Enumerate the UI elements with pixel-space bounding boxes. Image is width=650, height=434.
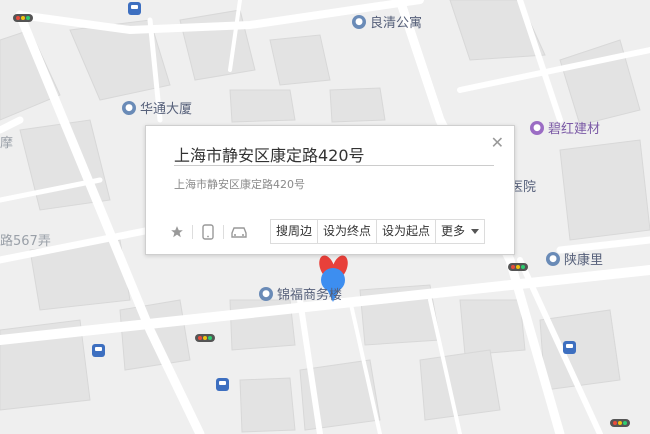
poi-pin-icon: ●	[259, 286, 273, 301]
poi-label: 锦福商务楼	[277, 288, 343, 303]
close-icon[interactable]: ✕	[491, 133, 504, 152]
star-icon[interactable]	[166, 222, 188, 242]
popup-action-bar: 搜周边 设为终点 设为起点 更多	[270, 219, 486, 244]
set-origin-button[interactable]: 设为起点	[377, 220, 437, 243]
road-label: 路567弄	[0, 234, 51, 249]
divider	[223, 225, 224, 239]
more-label: 更多	[441, 224, 466, 238]
more-dropdown[interactable]: 更多	[436, 220, 484, 243]
traffic-light-icon	[195, 334, 215, 342]
partial-label: 摩	[0, 136, 14, 151]
popup-title: 上海市静安区康定路420号	[174, 146, 365, 165]
poi-shankangli[interactable]: ● 陕康里	[546, 249, 603, 268]
search-nearby-button[interactable]: 搜周边	[271, 220, 319, 243]
poi-label: 良清公寓	[370, 16, 423, 31]
bus-stop-icon[interactable]	[216, 378, 229, 391]
popup-address: 上海市静安区康定路420号	[174, 178, 305, 191]
phone-icon[interactable]	[197, 222, 219, 242]
divider	[192, 225, 193, 239]
poi-pin-icon: ●	[546, 251, 560, 266]
poi-liangqing[interactable]: ● 良清公寓	[352, 12, 422, 31]
poi-bihong[interactable]: ● 碧红建材	[530, 118, 600, 137]
set-destination-button[interactable]: 设为终点	[318, 220, 378, 243]
poi-label: 陕康里	[564, 253, 604, 268]
traffic-light-icon	[610, 419, 630, 427]
poi-label: 碧红建材	[548, 122, 601, 137]
poi-jinfu[interactable]: ● 锦福商务楼	[259, 284, 342, 303]
poi-huatong[interactable]: ● 华通大厦	[122, 98, 192, 117]
bus-stop-icon[interactable]	[92, 344, 105, 357]
car-icon[interactable]	[228, 222, 250, 242]
bus-stop-icon[interactable]	[128, 2, 141, 15]
traffic-light-icon	[13, 14, 33, 22]
bus-stop-icon[interactable]	[563, 341, 576, 354]
poi-pin-icon: ●	[352, 14, 366, 29]
traffic-light-icon	[508, 263, 528, 271]
title-divider	[174, 165, 494, 166]
popup-icon-group	[166, 222, 250, 242]
poi-pin-icon: ●	[530, 120, 544, 135]
poi-pin-icon: ●	[122, 100, 136, 115]
location-info-popup: 上海市静安区康定路420号 ✕ 上海市静安区康定路420号 搜周边 设为终点 设…	[145, 125, 515, 255]
poi-label: 华通大厦	[140, 102, 193, 117]
chevron-down-icon	[471, 229, 480, 234]
